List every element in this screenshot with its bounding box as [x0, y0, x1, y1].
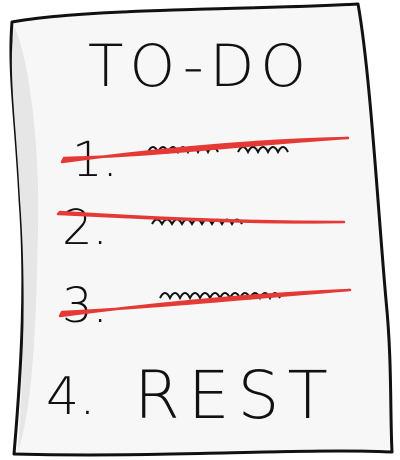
todo-illustration: TO-DO 1. 2. 3. 4. REST	[0, 0, 400, 460]
list-item-2-number: 2.	[62, 200, 108, 256]
list-item-4-label: REST	[134, 357, 336, 434]
note-title: TO-DO	[88, 32, 312, 100]
list-item-4-number: 4.	[46, 367, 96, 427]
list-item-3-number: 3.	[62, 278, 108, 334]
todo-paper-drawing: TO-DO 1. 2. 3. 4. REST	[9, 2, 394, 457]
